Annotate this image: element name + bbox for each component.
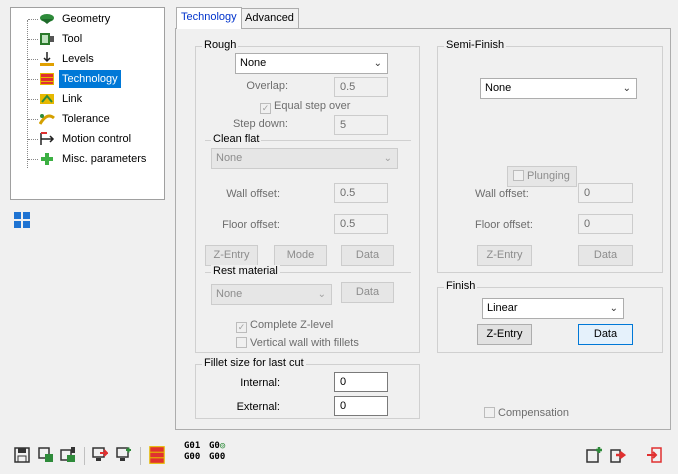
next-operation-icon[interactable] bbox=[610, 447, 626, 463]
rest-material-select[interactable]: None ⌄ bbox=[211, 284, 332, 305]
link-icon bbox=[40, 94, 54, 104]
geometry-icon bbox=[40, 14, 54, 24]
toolbar-separator bbox=[84, 447, 85, 465]
chevron-down-icon: ⌄ bbox=[609, 303, 618, 314]
fillet-size-title: Fillet size for last cut bbox=[202, 357, 306, 369]
external-label: External: bbox=[236, 401, 280, 413]
complete-z-level-checkbox[interactable]: ✓ Complete Z-level bbox=[236, 318, 333, 333]
finish-z-entry-button[interactable]: Z-Entry bbox=[477, 324, 532, 345]
g0-g00-button[interactable]: G0◎ G00 bbox=[209, 441, 225, 463]
rough-z-entry-button[interactable]: Z-Entry bbox=[205, 245, 258, 266]
semi-finish-wall-offset-label: Wall offset: bbox=[475, 188, 529, 200]
save-to-library-icon[interactable] bbox=[38, 447, 54, 463]
step-down-label: Step down: bbox=[232, 118, 288, 130]
load-from-library-icon[interactable] bbox=[92, 447, 108, 463]
tab-technology[interactable]: Technology bbox=[176, 7, 242, 29]
rough-wall-offset-label: Wall offset: bbox=[226, 188, 280, 200]
step-down-field[interactable]: 5 bbox=[334, 115, 388, 135]
chevron-down-icon: ⌄ bbox=[317, 289, 326, 300]
tree-connector bbox=[27, 20, 28, 168]
rough-title: Rough bbox=[202, 39, 239, 51]
semi-finish-strategy-select[interactable]: None ⌄ bbox=[480, 78, 637, 99]
exit-icon[interactable] bbox=[646, 447, 662, 463]
semi-finish-floor-offset-field[interactable]: 0 bbox=[578, 214, 633, 234]
plunging-toggle[interactable]: Plunging bbox=[507, 166, 577, 187]
external-field[interactable]: 0 bbox=[334, 396, 388, 416]
grid-view-icon[interactable] bbox=[14, 212, 30, 228]
save-as-library-icon[interactable] bbox=[60, 447, 76, 463]
toolbar-separator bbox=[140, 447, 141, 465]
rough-floor-offset-label: Floor offset: bbox=[222, 219, 280, 231]
semi-finish-data-button[interactable]: Data bbox=[578, 245, 633, 266]
tool-icon bbox=[40, 33, 54, 45]
motion-control-icon bbox=[40, 132, 55, 145]
chevron-down-icon: ⌄ bbox=[383, 153, 392, 164]
vertical-wall-with-fillets-checkbox[interactable]: Vertical wall with fillets bbox=[236, 336, 359, 350]
chevron-down-icon: ⌄ bbox=[373, 58, 382, 69]
rough-wall-offset-field[interactable]: 0.5 bbox=[334, 183, 388, 203]
rough-floor-offset-field[interactable]: 0.5 bbox=[334, 214, 388, 234]
finish-title: Finish bbox=[444, 280, 478, 292]
overlap-field[interactable]: 0.5 bbox=[334, 77, 388, 97]
chevron-down-icon: ⌄ bbox=[622, 83, 631, 94]
add-operation-icon[interactable] bbox=[586, 447, 602, 463]
tolerance-icon bbox=[39, 114, 55, 125]
overlap-label: Overlap: bbox=[246, 80, 288, 92]
finish-strategy-select[interactable]: Linear ⌄ bbox=[482, 298, 624, 319]
semi-finish-title: Semi-Finish bbox=[444, 39, 507, 51]
internal-label: Internal: bbox=[240, 377, 280, 389]
export-icon[interactable] bbox=[116, 447, 132, 463]
rough-data-button[interactable]: Data bbox=[341, 245, 394, 266]
rest-material-data-button[interactable]: Data bbox=[341, 282, 394, 303]
semi-finish-z-entry-button[interactable]: Z-Entry bbox=[477, 245, 532, 266]
technology-icon bbox=[40, 73, 54, 85]
levels-icon bbox=[40, 52, 54, 66]
equal-step-over-checkbox[interactable]: ✓ Equal step over bbox=[260, 99, 350, 114]
parameter-tree: Geometry Tool Levels Technology Link Tol… bbox=[10, 7, 165, 200]
semi-finish-wall-offset-field[interactable]: 0 bbox=[578, 183, 633, 203]
rough-mode-button[interactable]: Mode bbox=[274, 245, 327, 266]
semi-finish-floor-offset-label: Floor offset: bbox=[475, 219, 533, 231]
clean-flat-select[interactable]: None ⌄ bbox=[211, 148, 398, 169]
internal-field[interactable]: 0 bbox=[334, 372, 388, 392]
rough-strategy-select[interactable]: None ⌄ bbox=[235, 53, 388, 74]
g01-g00-button[interactable]: G01 G00 bbox=[184, 441, 200, 463]
finish-data-button[interactable]: Data bbox=[578, 324, 633, 345]
compensation-checkbox[interactable]: Compensation bbox=[484, 406, 569, 420]
technology-table-icon[interactable] bbox=[148, 445, 166, 465]
misc-parameters-icon bbox=[41, 153, 53, 165]
save-icon[interactable] bbox=[14, 447, 30, 463]
tab-advanced[interactable]: Advanced bbox=[240, 8, 299, 28]
